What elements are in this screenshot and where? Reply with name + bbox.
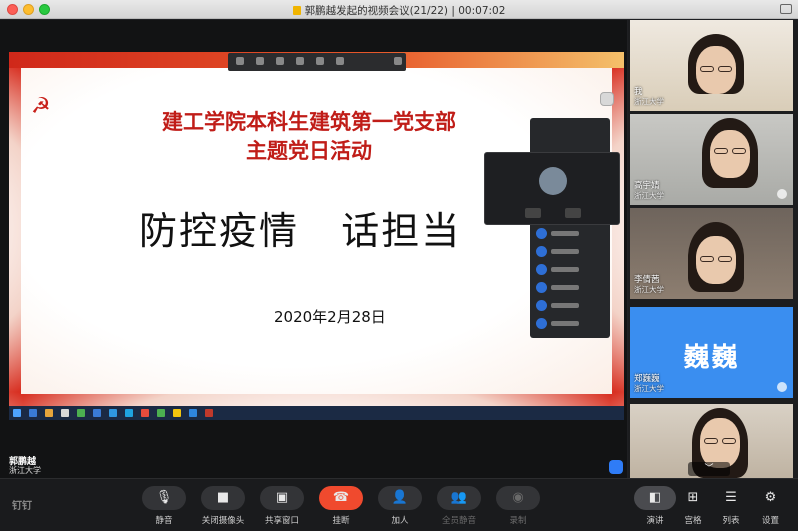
slide-title: 建工学院本科生建筑第一党支部 主题党日活动 (119, 108, 499, 166)
list-view-icon: ☰ (725, 490, 737, 505)
participant-tile[interactable]: 高宇婧 浙江大学 (630, 114, 793, 205)
speaker-org: 浙江大学 (9, 466, 41, 475)
add-user-button[interactable]: 👤 加人 (370, 479, 430, 531)
title-bar: 郭鹏越发起的视频会议(21/22) | 00:07:02 (0, 0, 798, 19)
camera-off-button[interactable]: ■ 关闭摄像头 (193, 479, 253, 531)
microphone-icon (777, 382, 787, 392)
participant-org: 浙江大学 (634, 285, 664, 294)
list-item (536, 244, 604, 260)
slide-date: 2020年2月28日 (274, 308, 386, 326)
avatar: 巍巍 (683, 343, 740, 373)
slide-corner-icon (600, 92, 614, 106)
slide-headline: 防控疫情 话担当 (139, 209, 462, 253)
hangup-button[interactable]: ☎ 挂断 (311, 479, 371, 531)
slide-title-line2: 主题党日活动 (246, 139, 372, 163)
shared-camera-icon (256, 57, 264, 65)
list-item (536, 262, 604, 278)
window-title: 郭鹏越发起的视频会议(21/22) | 00:07:02 (0, 3, 798, 18)
record-button[interactable]: ◉ 录制 (488, 479, 548, 531)
participant-org: 浙江大学 (634, 384, 664, 393)
list-item (536, 280, 604, 296)
gear-icon: ⚙ (764, 490, 777, 505)
mute-button[interactable]: 🎙 静音 (134, 479, 194, 531)
participant-tile[interactable]: 李倩茜 浙江大学 (630, 208, 793, 299)
share-screen-icon: ▣ (275, 490, 289, 505)
fullscreen-button[interactable] (609, 460, 623, 474)
list-item (536, 226, 604, 242)
speaker-view-icon: ◧ (648, 490, 662, 505)
camera-icon: ■ (216, 490, 230, 505)
hangup-icon: ☎ (332, 490, 350, 505)
grid-view-icon: ⊞ (687, 490, 699, 505)
avatar (539, 167, 567, 195)
slide-title-line1: 建工学院本科生建筑第一党支部 (162, 110, 456, 134)
shared-mic-icon (236, 57, 244, 65)
participant-org: 浙江大学 (634, 191, 664, 200)
meeting-toolbar: 钉钉 🎙 静音 ■ 关闭摄像头 ▣ 共享窗口 ☎ 挂断 👤 加人 👥 全员静音 … (0, 478, 798, 530)
participant-org: 浙江大学 (634, 97, 664, 106)
microphone-icon (777, 189, 787, 199)
record-icon: ◉ (512, 490, 524, 505)
shared-popup-button (525, 208, 541, 218)
mute-all-icon: 👥 (450, 490, 468, 505)
meeting-window: 郭鹏越发起的视频会议(21/22) | 00:07:02 ☭ 建工学院本科生建筑… (0, 0, 798, 530)
participant-panel: 我 浙江大学 高宇婧 浙江大学 李倩茜 浙江大学 巍巍 郑巍巍 浙江大学 (628, 20, 798, 478)
dingtalk-logo: 钉钉 (12, 501, 32, 512)
shared-taskbar (9, 406, 624, 420)
scroll-down-button[interactable]: ﹀ (688, 462, 730, 476)
list-item (536, 316, 604, 332)
mute-all-button[interactable]: 👥 全员静音 (429, 479, 489, 531)
lock-icon (292, 6, 301, 15)
chevron-down-icon: ﹀ (704, 464, 714, 474)
shared-caller-popup (484, 152, 620, 225)
party-emblem-icon: ☭ (31, 94, 51, 119)
participant-tile[interactable]: 我 浙江大学 (630, 20, 793, 111)
shared-member-list (530, 118, 610, 338)
window-layout-icon[interactable] (780, 4, 792, 14)
add-user-icon: 👤 (391, 490, 409, 505)
shared-popup-button (565, 208, 581, 218)
shared-share-icon (276, 57, 284, 65)
shared-more-icon (336, 57, 344, 65)
shared-user-icon (296, 57, 304, 65)
settings-button[interactable]: ⚙ 设置 (743, 479, 798, 531)
window-title-text: 郭鹏越发起的视频会议(21/22) | 00:07:02 (304, 5, 506, 17)
shared-meeting-toolbar (228, 53, 406, 71)
participant-tile[interactable]: 巍巍 郑巍巍 浙江大学 (630, 307, 793, 398)
share-window-button[interactable]: ▣ 共享窗口 (252, 479, 312, 531)
shared-members-icon (316, 57, 324, 65)
microphone-icon: 🎙 (155, 490, 173, 505)
list-item (536, 298, 604, 314)
shared-end-button (394, 57, 402, 65)
